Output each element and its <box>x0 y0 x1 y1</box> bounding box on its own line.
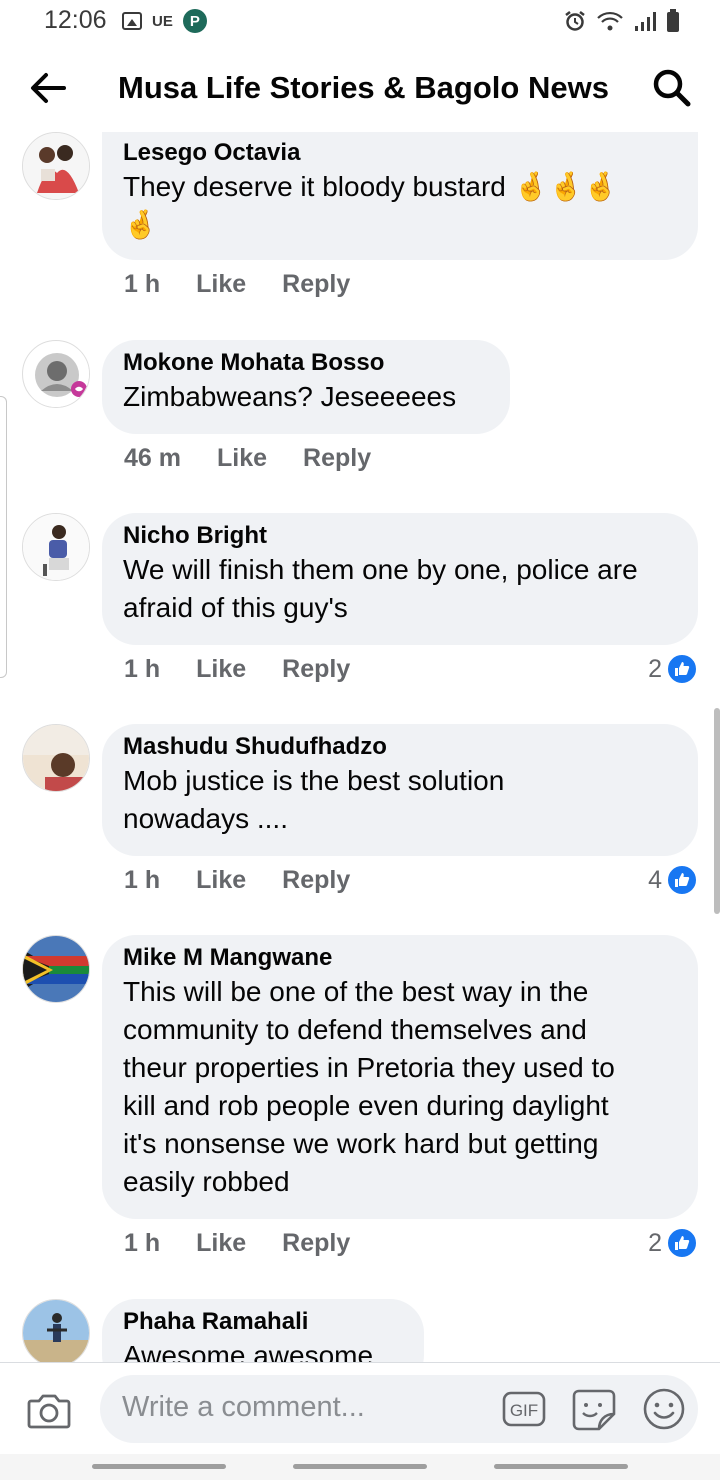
image-icon <box>122 12 142 30</box>
system-nav-bar <box>0 1454 720 1480</box>
comment-text-line: afraid of this guy's <box>123 592 348 623</box>
comment-actions: 1 h Like Reply <box>124 270 350 299</box>
comment-bubble[interactable]: Mashudu Shudufhadzo Mob justice is the b… <box>102 724 698 856</box>
reaction-count[interactable]: 2 <box>648 1227 698 1259</box>
search-icon <box>653 69 691 107</box>
wifi-icon <box>597 11 623 31</box>
reply-button[interactable]: Reply <box>303 444 371 473</box>
battery-icon <box>667 9 679 32</box>
alarm-icon <box>565 11 585 31</box>
comment-text-line: 🤞 <box>123 209 158 240</box>
signal-icon <box>635 12 656 31</box>
emoji-icon <box>643 1388 685 1430</box>
app-badge-icon: P <box>182 9 207 33</box>
comment-actions: 46 m Like Reply <box>124 444 371 473</box>
comment-text-line: theur properties in Pretoria they used t… <box>123 1052 615 1083</box>
comment-time[interactable]: 46 m <box>124 444 181 473</box>
comment-text-line: kill and rob people even during daylight <box>123 1090 609 1121</box>
home-button[interactable] <box>293 1464 427 1469</box>
reply-button[interactable]: Reply <box>282 270 350 299</box>
like-button[interactable]: Like <box>196 1229 246 1258</box>
comment-text-line: easily robbed <box>123 1166 290 1197</box>
avatar[interactable] <box>22 513 90 581</box>
avatar[interactable] <box>22 340 90 408</box>
status-bar: 12:06 UE P <box>0 0 720 44</box>
comment-text: Zimbabweans? Jeseeeees <box>123 381 457 412</box>
comments-list: Lesego Octavia They deserve it bloody bu… <box>0 132 720 1362</box>
carrier-label: UE <box>152 12 173 30</box>
comment-text-line: it's nonsense we work hard but getting <box>123 1128 599 1159</box>
comment-bubble[interactable]: Mokone Mohata Bosso Zimbabweans? Jeseeee… <box>102 340 510 434</box>
back-nav-button[interactable] <box>494 1464 628 1469</box>
comment-author[interactable]: Mokone Mohata Bosso <box>123 348 488 378</box>
comment-bubble[interactable]: Mike M Mangwane This will be one of the … <box>102 935 698 1219</box>
avatar[interactable] <box>22 724 90 792</box>
like-button[interactable]: Like <box>217 444 267 473</box>
sticker-icon <box>572 1389 616 1431</box>
comment-author[interactable]: Lesego Octavia <box>123 138 676 168</box>
gif-button[interactable]: GIF <box>502 1391 546 1427</box>
comment-time[interactable]: 1 h <box>124 866 160 895</box>
comment-text-line: nowadays .... <box>123 803 288 834</box>
comment-actions: 1 h Like Reply <box>124 655 350 684</box>
comment-bubble[interactable]: Phaha Ramahali Awesome awesome <box>102 1299 424 1362</box>
comment-time[interactable]: 1 h <box>124 1229 160 1258</box>
like-button[interactable]: Like <box>196 655 246 684</box>
avatar[interactable] <box>22 132 90 200</box>
back-button[interactable] <box>26 66 70 110</box>
camera-icon <box>27 1394 71 1429</box>
scrollbar-thumb[interactable] <box>714 708 720 914</box>
reply-button[interactable]: Reply <box>282 1229 350 1258</box>
reply-button[interactable]: Reply <box>282 655 350 684</box>
comment-composer: Write a comment... GIF <box>0 1362 720 1455</box>
like-button[interactable]: Like <box>196 270 246 299</box>
comment-author[interactable]: Mashudu Shudufhadzo <box>123 732 676 762</box>
reaction-count-label: 2 <box>648 1228 662 1257</box>
comment-text: We will finish them one by one, police a… <box>123 554 638 585</box>
comment-author[interactable]: Nicho Bright <box>123 521 676 551</box>
comment-time[interactable]: 1 h <box>124 655 160 684</box>
comment-author[interactable]: Phaha Ramahali <box>123 1307 402 1337</box>
arrow-left-icon <box>31 73 66 103</box>
gif-icon: GIF <box>502 1391 546 1427</box>
comment-bubble[interactable]: Nicho Bright We will finish them one by … <box>102 513 698 645</box>
reaction-count[interactable]: 2 <box>648 653 698 685</box>
thumbs-up-icon <box>666 1227 698 1259</box>
comment-time[interactable]: 1 h <box>124 270 160 299</box>
reaction-count-label: 4 <box>648 865 662 894</box>
avatar[interactable] <box>22 1299 90 1362</box>
reaction-count[interactable]: 4 <box>648 864 698 896</box>
comment-actions: 1 h Like Reply <box>124 1229 350 1258</box>
reply-button[interactable]: Reply <box>282 866 350 895</box>
comment-author[interactable]: Mike M Mangwane <box>123 943 676 973</box>
app-header: Musa Life Stories & Bagolo News <box>0 44 720 132</box>
comment-text: They deserve it bloody bustard 🤞🤞🤞 <box>123 171 619 202</box>
comment-input-placeholder: Write a comment... <box>122 1391 365 1423</box>
avatar[interactable] <box>22 935 90 1003</box>
thumbs-up-icon <box>666 864 698 896</box>
search-button[interactable] <box>652 68 692 108</box>
reaction-count-label: 2 <box>648 654 662 683</box>
status-time: 12:06 <box>44 6 107 34</box>
comment-bubble[interactable]: Lesego Octavia They deserve it bloody bu… <box>102 132 698 260</box>
thumbs-up-icon <box>666 653 698 685</box>
comment-text-line: community to defend themselves and <box>123 1014 587 1045</box>
comment-text: Awesome awesome <box>123 1340 374 1362</box>
sticker-button[interactable] <box>571 1387 617 1431</box>
comment-text-line: This will be one of the best way in the <box>123 976 589 1007</box>
camera-button[interactable] <box>26 1387 72 1433</box>
page-title: Musa Life Stories & Bagolo News <box>118 70 609 105</box>
recent-apps-button[interactable] <box>92 1464 226 1469</box>
gif-label: GIF <box>510 1401 538 1420</box>
comment-actions: 1 h Like Reply <box>124 866 350 895</box>
comment-text: Mob justice is the best solution <box>123 765 505 796</box>
emoji-button[interactable] <box>642 1387 686 1431</box>
like-button[interactable]: Like <box>196 866 246 895</box>
